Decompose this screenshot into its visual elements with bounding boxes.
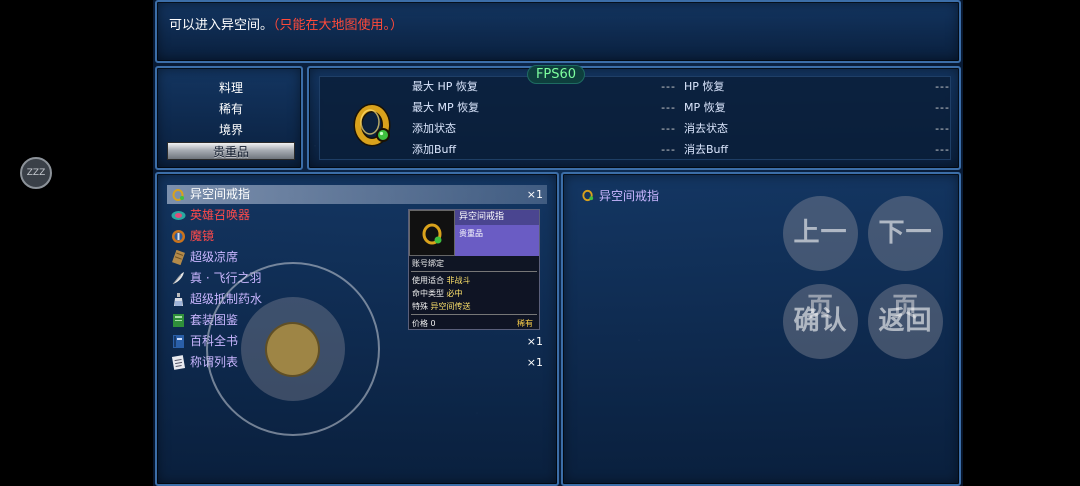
mat-icon [172,250,185,265]
tooltip-use: 使用适合 非战斗 [412,275,471,286]
stat-row-add-status: 添加状态 --- [412,121,676,137]
tooltip-hit: 命中类型 必中 [412,288,463,299]
tooltip-special: 特殊 异空间传送 [412,301,471,312]
tooltip-separator [411,271,537,272]
item-name: 英雄召唤器 [190,208,251,222]
next-page-button[interactable]: 下一页 [868,196,943,323]
stat-row-max-mp: 最大 MP 恢复 --- [412,100,676,116]
stat-value: --- [661,101,676,114]
tooltip-price: 价格 0 [412,319,436,328]
category-rare[interactable]: 稀有 [167,100,295,118]
message-note: （只能在大地图使用。） [273,18,404,33]
tooltip-bind: 账号绑定 [412,259,444,268]
stat-label: 消去Buff [684,143,729,156]
tooltip-hit-label: 命中类型 [412,289,444,298]
stat-value: --- [935,122,950,135]
item-count: ×1 [526,356,543,369]
stat-value: --- [661,80,676,93]
joystick-knob[interactable] [265,322,320,377]
stat-row-mp: MP 恢复 --- [684,100,950,116]
fps-counter: FPS60 [527,65,585,84]
stat-label: 添加状态 [412,122,456,135]
message-text: 可以进入异空间。（只能在大地图使用。） [169,14,403,33]
confirm-button[interactable]: 确认 [783,284,858,359]
stat-label: 消去状态 [684,122,728,135]
stat-row-remove-status: 消去状态 --- [684,121,950,137]
ring-icon [172,189,184,201]
stats-panel: 最大 HP 恢复 --- 最大 MP 恢复 --- 添加状态 --- 添加Buf… [307,65,961,170]
category-panel: 料理 稀有 境界 贵重品 [155,66,303,170]
stat-label: 最大 HP 恢复 [412,80,478,93]
item-name: 异空间戒指 [190,187,251,201]
detail-title: 异空间戒指 [599,189,660,203]
stats-inner: 最大 HP 恢复 --- 最大 MP 恢复 --- 添加状态 --- 添加Buf… [319,76,951,160]
tooltip-rarity: 稀有 [517,319,533,328]
feather-icon [172,272,184,285]
potion-icon [174,293,183,306]
stat-value: --- [661,143,676,156]
back-button[interactable]: 返回 [868,284,943,359]
message-panel: 可以进入异空间。（只能在大地图使用。） [155,0,961,63]
tooltip-use-value: 非战斗 [446,276,471,285]
message-main: 可以进入异空间。 [169,18,274,33]
book-icon [173,314,184,327]
tooltip-icon-box [409,210,455,256]
stat-value: --- [935,143,950,156]
stat-label: HP 恢复 [684,80,725,93]
item-count: ×1 [526,335,543,348]
stat-row-add-buff: 添加Buff --- [412,142,676,158]
category-valuables[interactable]: 贵重品 [167,142,295,160]
ring-icon [422,223,442,245]
ring-icon [582,189,594,202]
tooltip-separator [411,314,537,315]
prev-page-button[interactable]: 上一页 [783,196,858,323]
tooltip-use-label: 使用适合 [412,276,444,285]
category-cuisine[interactable]: 料理 [167,79,295,97]
tooltip-title: 异空间戒指 [455,210,539,225]
item-name: 超级凉席 [190,250,239,264]
item-tooltip: 异空间戒指 贵重品 账号绑定 使用适合 非战斗 命中类型 必中 特殊 异空间传送… [408,209,540,330]
stat-value: --- [935,101,950,114]
stat-value: --- [661,122,676,135]
sleep-zzz-icon[interactable]: ZZZ [20,157,52,189]
list-icon [171,355,186,370]
tooltip-type: 贵重品 [455,225,539,256]
tooltip-hit-value: 必中 [446,289,463,298]
stat-row-hp: HP 恢复 --- [684,79,950,95]
item-name: 魔镜 [190,229,215,243]
stat-label: MP 恢复 [684,101,726,114]
encyclopedia-icon [173,335,184,348]
category-realm[interactable]: 境界 [167,121,295,139]
list-item[interactable]: 异空间戒指 ×1 [167,185,547,204]
stat-label: 添加Buff [412,143,457,156]
mirror-icon [172,230,185,243]
stat-row-remove-buff: 消去Buff --- [684,142,950,158]
ring-icon [353,103,391,147]
stat-value: --- [935,80,950,93]
item-count: ×1 [526,188,543,201]
tooltip-special-label: 特殊 [412,302,428,311]
stat-label: 最大 MP 恢复 [412,101,480,114]
summoner-icon [171,211,186,220]
tooltip-special-value: 异空间传送 [430,302,471,311]
